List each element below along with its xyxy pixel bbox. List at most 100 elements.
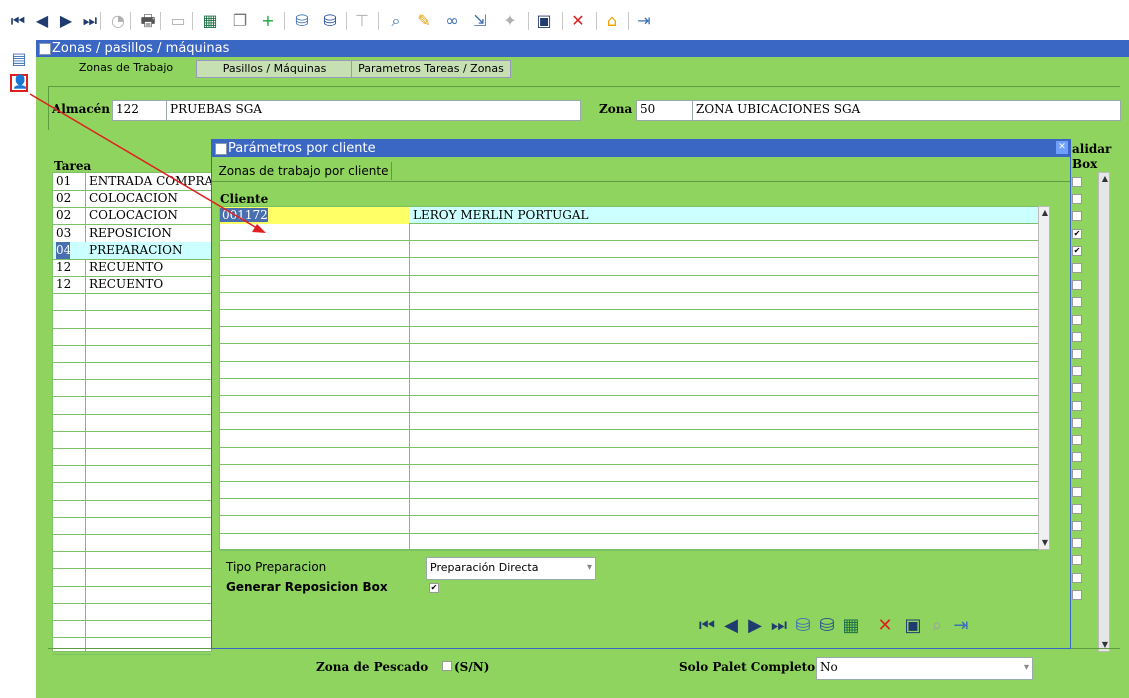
validar-box-checkbox[interactable] — [1072, 280, 1082, 291]
table-row[interactable] — [220, 293, 1038, 310]
table-row[interactable]: 01 ENTRADA COMPRAS — [53, 173, 213, 191]
dlg-database-icon[interactable]: ⛁ — [792, 614, 814, 636]
table-row[interactable] — [220, 448, 1038, 465]
dlg-last-icon[interactable]: ⏭ — [768, 614, 790, 636]
validar-box-checkbox[interactable] — [1072, 417, 1082, 428]
table-row[interactable] — [220, 259, 1038, 276]
home-icon[interactable]: ⌂ — [602, 11, 622, 31]
validar-box-checkbox[interactable] — [1072, 521, 1082, 531]
table-row[interactable] — [53, 551, 211, 570]
table-row[interactable] — [220, 396, 1038, 414]
client-grid-scrollbar[interactable]: ▲ ▼ — [1038, 206, 1050, 550]
table-row[interactable] — [53, 500, 211, 518]
delete-icon[interactable]: ✕ — [568, 11, 588, 31]
table-row[interactable]: 04 PREPARACION — [53, 241, 211, 260]
table-row[interactable] — [53, 586, 211, 604]
table-row[interactable] — [53, 379, 211, 398]
dlg-first-icon[interactable]: ⏮ — [696, 614, 718, 636]
table-row[interactable] — [220, 362, 1038, 379]
save-icon[interactable]: ▣ — [534, 11, 554, 31]
table-row[interactable] — [220, 310, 1038, 328]
table-row[interactable] — [220, 379, 1038, 396]
table-row[interactable] — [53, 603, 211, 621]
exit-icon[interactable]: ⇥ — [634, 11, 654, 31]
table-row[interactable] — [220, 327, 1038, 345]
table-row[interactable]: 12 RECUENTO — [53, 259, 211, 277]
table-row[interactable] — [53, 517, 211, 535]
dialog-tab-zonas-cliente[interactable]: Zonas de trabajo por cliente — [216, 162, 392, 180]
table-row[interactable] — [220, 465, 1038, 482]
excel-icon[interactable]: ▦ — [200, 11, 220, 31]
table-row[interactable]: 12 RECUENTO — [53, 276, 211, 295]
generar-reposicion-box-checkbox[interactable]: ✔ — [429, 583, 439, 593]
table-row[interactable] — [53, 431, 211, 449]
validar-box-checkbox[interactable] — [1072, 211, 1082, 222]
table-row[interactable] — [53, 465, 211, 484]
validar-box-checkbox[interactable] — [1072, 331, 1082, 342]
tab-parametros-tareas-zonas[interactable]: Parametros Tareas / Zonas — [351, 60, 511, 78]
tab-pasillos-maquinas[interactable]: Pasillos / Máquinas — [196, 60, 353, 78]
validar-box-checkbox[interactable]: ✔ — [1072, 228, 1082, 239]
dlg-search-icon[interactable]: ⌕ — [926, 614, 948, 636]
main-grid-scrollbar[interactable]: ▲ ▼ — [1098, 172, 1110, 652]
table-row[interactable]: 03 REPOSICION — [53, 225, 211, 243]
table-row[interactable] — [220, 413, 1038, 431]
table-row[interactable] — [53, 345, 211, 363]
table-row[interactable] — [53, 637, 211, 656]
validar-box-checkbox[interactable] — [1072, 452, 1082, 463]
validar-box-checkbox[interactable] — [1072, 572, 1082, 583]
chart-icon[interactable]: ◔ — [108, 11, 128, 31]
table-row[interactable] — [53, 448, 211, 467]
table-row[interactable] — [220, 241, 1038, 259]
validar-box-checkbox[interactable] — [1072, 486, 1082, 497]
validar-box-checkbox[interactable] — [1072, 383, 1082, 394]
table-row[interactable] — [53, 293, 211, 312]
validar-box-checkbox[interactable] — [1072, 194, 1082, 205]
table-row[interactable] — [220, 499, 1038, 517]
table-row[interactable] — [220, 482, 1038, 500]
validar-box-checkbox[interactable] — [1072, 314, 1082, 325]
table-row[interactable] — [53, 414, 211, 432]
tab-zonas-de-trabajo[interactable]: Zonas de Trabajo — [56, 60, 196, 76]
search-icon[interactable]: ⌕ — [386, 11, 406, 31]
almacen-name-field[interactable]: PRUEBAS SGA — [166, 100, 581, 121]
scroll-up-icon[interactable]: ▲ — [1100, 175, 1110, 183]
table-row[interactable] — [220, 534, 1038, 551]
table-row[interactable] — [220, 276, 1038, 293]
table-row[interactable] — [220, 431, 1038, 448]
zona-code-field[interactable]: 50 — [636, 100, 693, 121]
display-icon[interactable]: ▭ — [168, 11, 188, 31]
table-row[interactable] — [53, 569, 211, 587]
validar-box-checkbox[interactable] — [1072, 503, 1082, 514]
last-record-icon[interactable]: ⏭ — [80, 11, 100, 31]
database-icon[interactable]: ⛁ — [292, 11, 312, 31]
table-row[interactable] — [220, 517, 1038, 534]
validar-box-checkbox[interactable] — [1072, 555, 1082, 566]
dialog-scroll-down-icon[interactable]: ▼ — [1040, 539, 1050, 547]
client-code-cell[interactable]: 001172 — [220, 207, 409, 224]
table-row[interactable] — [220, 345, 1038, 362]
table-row[interactable]: 001172 LEROY MERLIN PORTUGAL — [220, 207, 1038, 224]
validar-box-checkbox[interactable] — [1072, 297, 1082, 308]
previous-record-icon[interactable]: ◀ — [32, 11, 52, 31]
table-row[interactable] — [220, 224, 1038, 242]
validar-box-checkbox[interactable] — [1072, 538, 1082, 549]
validar-box-checkbox[interactable] — [1072, 400, 1082, 411]
solo-palet-select[interactable]: No ▾ — [816, 657, 1033, 680]
dlg-excel-icon[interactable]: ▦ — [840, 614, 862, 636]
almacen-code-field[interactable]: 122 — [112, 100, 167, 121]
dialog-scroll-up-icon[interactable]: ▲ — [1040, 209, 1050, 217]
export-icon[interactable]: ⇲ — [470, 11, 490, 31]
edit-pencil-icon[interactable]: ✎ — [414, 11, 434, 31]
tipo-preparacion-select[interactable]: Preparación Directa ▾ — [426, 557, 596, 580]
dlg-next-icon[interactable]: ▶ — [744, 614, 766, 636]
zona-name-field[interactable]: ZONA UBICACIONES SGA — [692, 100, 1121, 121]
dlg-database-alt-icon[interactable]: ⛁ — [816, 614, 838, 636]
dlg-previous-icon[interactable]: ◀ — [720, 614, 742, 636]
database-alt-icon[interactable]: ⛁ — [320, 11, 340, 31]
copy-icon[interactable]: ❐ — [230, 11, 250, 31]
validar-box-checkbox[interactable] — [1072, 263, 1082, 273]
filter-icon[interactable]: ⊤ — [352, 11, 372, 31]
document-icon[interactable]: ▤ — [10, 50, 28, 68]
next-record-icon[interactable]: ▶ — [56, 11, 76, 31]
